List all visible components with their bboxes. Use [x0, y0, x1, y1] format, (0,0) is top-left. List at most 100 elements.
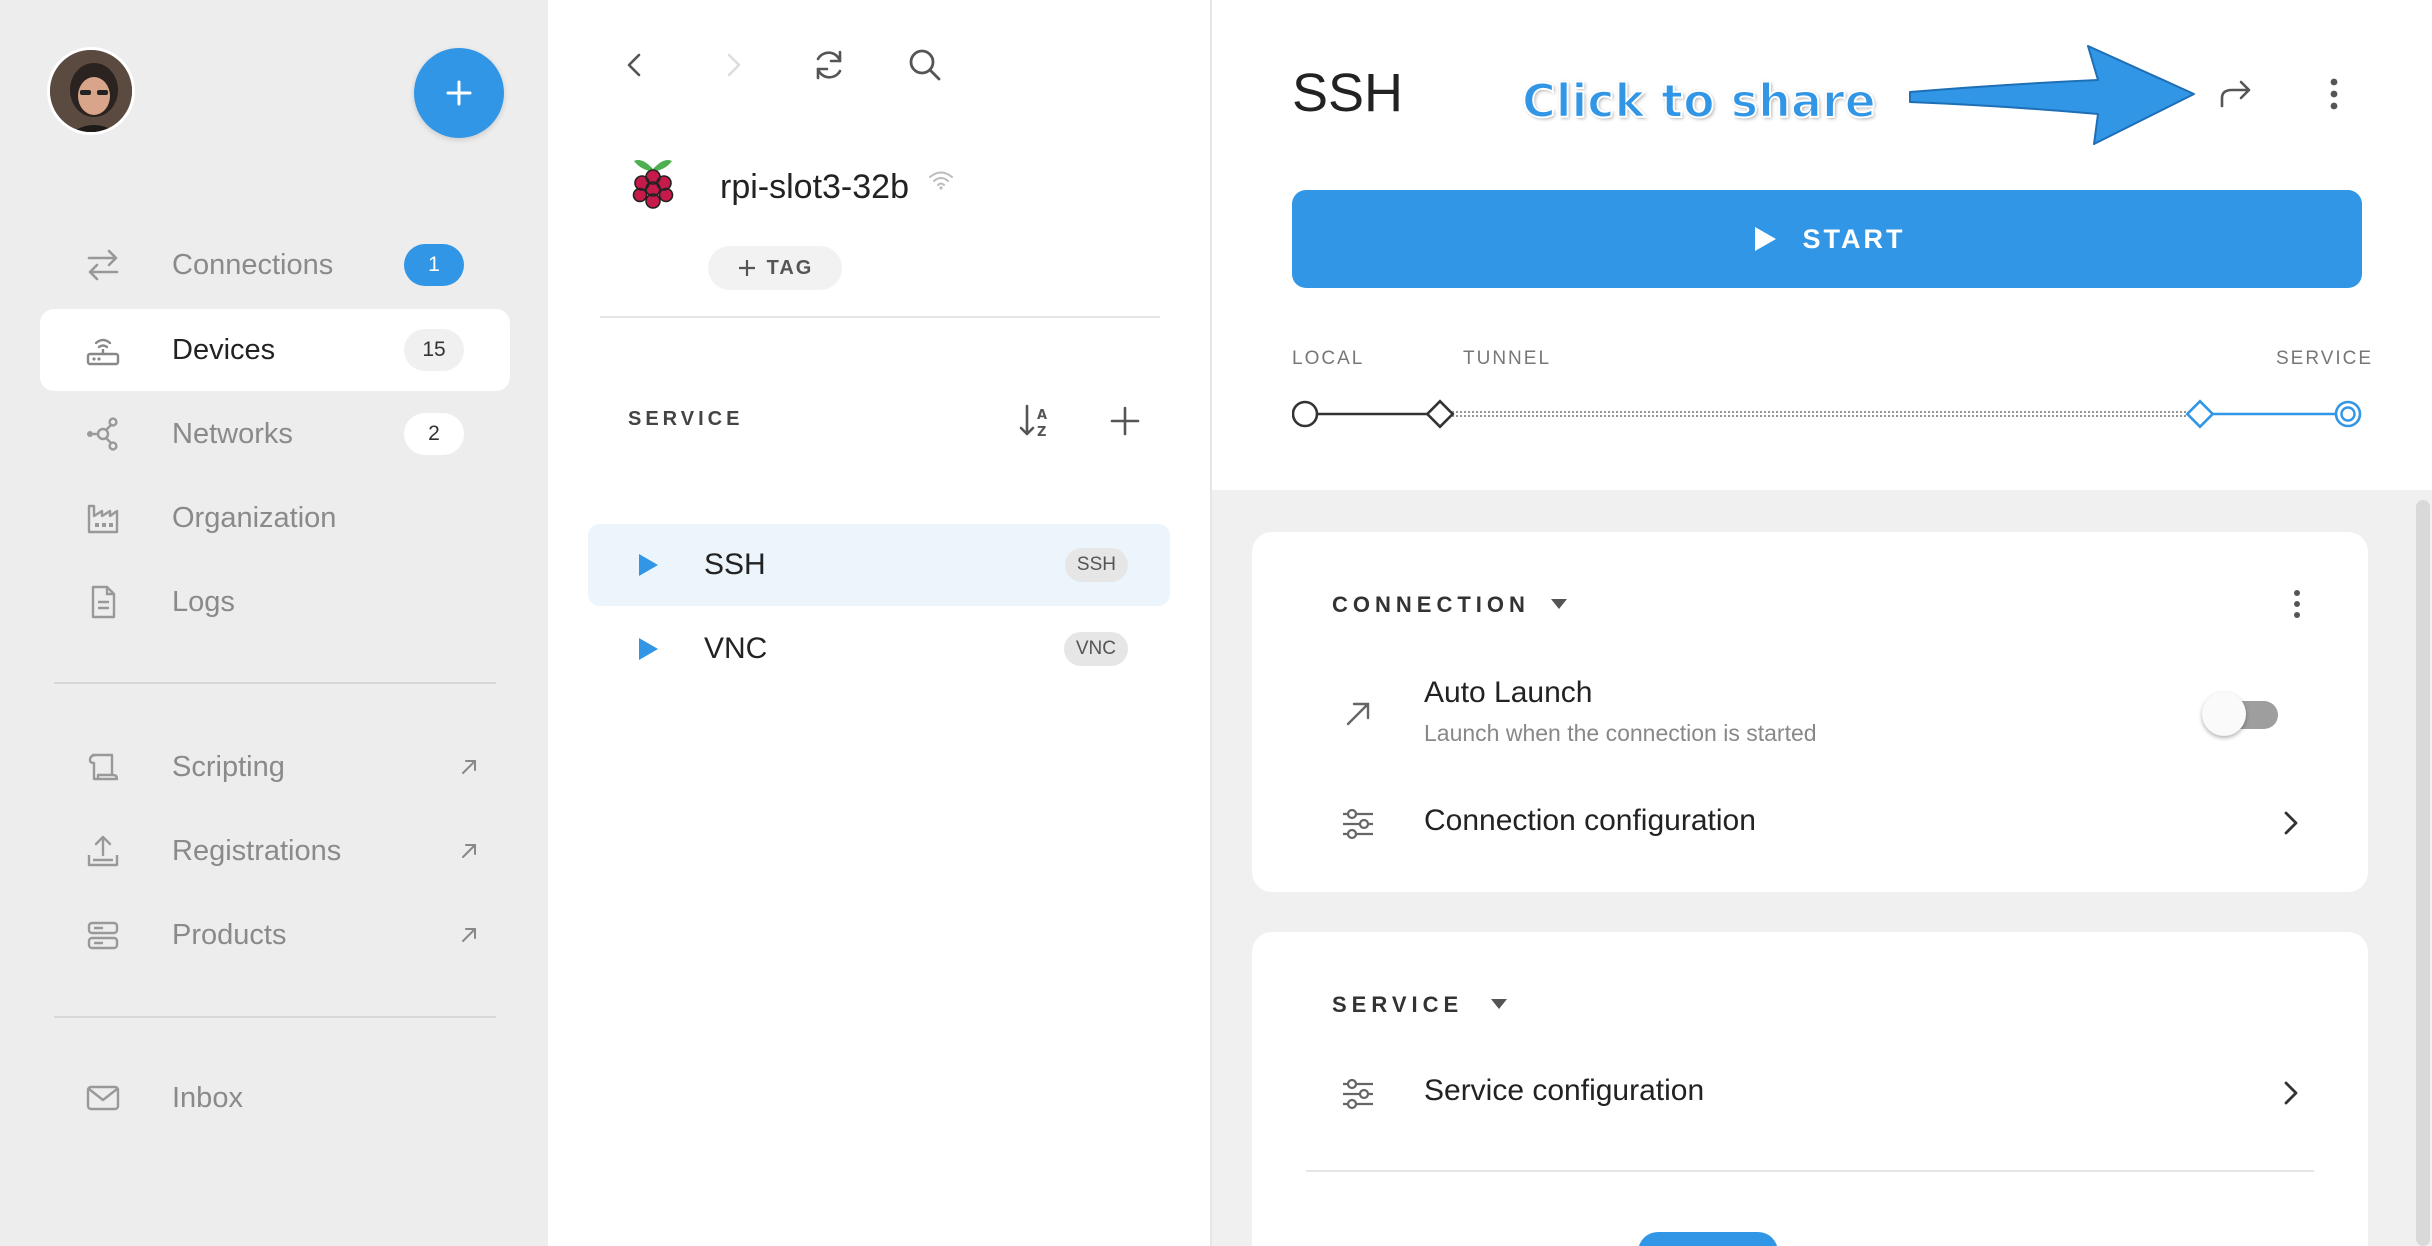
service-title: SSH: [1292, 63, 1404, 123]
more-options-button[interactable]: [2310, 70, 2358, 118]
router-icon: [82, 329, 124, 371]
caret-down-icon[interactable]: [1490, 998, 1508, 1010]
plus-icon: [1110, 406, 1140, 436]
share-button[interactable]: [2212, 70, 2260, 118]
service-label: SSH: [704, 548, 766, 581]
auto-launch-title: Auto Launch: [1424, 676, 1593, 709]
annotation-arrow-icon: [1909, 45, 2195, 145]
svg-text:Z: Z: [1037, 425, 1046, 440]
service-item-vnc[interactable]: VNC VNC: [588, 608, 1170, 690]
service-label: VNC: [704, 632, 768, 665]
divider: [1306, 1170, 2314, 1172]
device-panel: rpi-slot3-32b TAG SERVICE A Z SSH SSH VN…: [548, 0, 1212, 1246]
nav-devices[interactable]: Devices 15: [40, 309, 510, 391]
nav-label: Products: [172, 918, 287, 951]
nav-label: Connections: [172, 248, 334, 281]
service-detail-panel: SSH Click to share START LOCAL TUNNEL SE…: [1212, 0, 2432, 1246]
network-hub-icon: [82, 413, 124, 455]
divider: [600, 316, 1160, 318]
toggle-knob: [2202, 692, 2246, 736]
start-button[interactable]: START: [1292, 190, 2362, 288]
refresh-icon: [816, 50, 842, 80]
nav-label: Logs: [172, 585, 235, 618]
nav-networks[interactable]: Networks 2: [40, 393, 510, 475]
service-section-label: SERVICE: [628, 408, 744, 430]
device-platform: [628, 155, 678, 213]
auto-launch-toggle[interactable]: [2202, 690, 2282, 736]
avatar[interactable]: [47, 47, 135, 135]
count-badge: 15: [404, 329, 464, 371]
chevron-right-icon[interactable]: [2276, 1078, 2306, 1108]
server-stack-icon: [82, 914, 124, 956]
search-icon: [909, 49, 941, 81]
service-header: SSH Click to share START LOCAL TUNNEL SE…: [1212, 0, 2432, 490]
plus-icon: [738, 260, 755, 276]
chevron-right-icon: [727, 53, 741, 77]
refresh-button[interactable]: [804, 40, 854, 90]
wifi-icon: [926, 168, 956, 192]
route-label-local: LOCAL: [1292, 348, 1365, 369]
service-type-chip: VNC: [1063, 632, 1128, 666]
caret-down-icon[interactable]: [1550, 598, 1568, 610]
nav-logs[interactable]: Logs: [40, 561, 510, 643]
play-icon: [1754, 227, 1776, 251]
service-type-chip: SSH: [1064, 548, 1128, 582]
connection-configuration-link[interactable]: Connection configuration: [1424, 804, 1756, 838]
factory-icon: [82, 497, 124, 539]
sliders-icon: [1338, 1074, 1378, 1114]
add-button[interactable]: [414, 48, 504, 138]
sliders-icon: [1338, 804, 1378, 844]
play-icon: [639, 638, 658, 660]
play-icon: [639, 554, 658, 576]
mail-icon: [82, 1077, 124, 1119]
count-badge: 2: [404, 413, 464, 455]
divider: [54, 1016, 496, 1018]
add-service-button[interactable]: [1100, 396, 1150, 446]
connection-route-diagram: [1292, 399, 2362, 429]
connection-card: CONNECTION Auto Launch Launch when the c…: [1252, 532, 2368, 892]
annotation-text: Click to share: [1521, 73, 1877, 129]
chevron-left-icon: [627, 53, 641, 77]
nav-connections[interactable]: Connections 1: [40, 224, 510, 306]
service-configuration-link[interactable]: Service configuration: [1424, 1074, 1704, 1108]
nav-label: Organization: [172, 501, 337, 534]
tag-button-label: TAG: [766, 256, 814, 279]
nav-products[interactable]: Products: [40, 894, 510, 976]
script-scroll-icon: [82, 746, 124, 788]
service-item-ssh[interactable]: SSH SSH: [588, 524, 1170, 606]
more-vertical-icon: [2294, 590, 2300, 618]
nav-label: Devices: [172, 333, 276, 366]
launch-arrow-icon: [1338, 694, 1378, 734]
back-button[interactable]: [610, 40, 660, 90]
divider: [54, 682, 496, 684]
nav-label: Scripting: [172, 750, 285, 783]
add-tag-button[interactable]: TAG: [708, 246, 842, 290]
user-photo-icon: [50, 50, 132, 132]
count-badge: 1: [404, 244, 464, 286]
connection-card-heading: CONNECTION: [1332, 592, 1530, 617]
external-link-icon: [454, 752, 484, 782]
nav-label: Registrations: [172, 834, 342, 867]
nav-scripting[interactable]: Scripting: [40, 726, 510, 808]
swap-arrows-icon: [82, 244, 124, 286]
route-label-tunnel: TUNNEL: [1463, 348, 1552, 369]
search-button[interactable]: [900, 40, 950, 90]
service-card: SERVICE Service configuration: [1252, 932, 2368, 1246]
more-vertical-icon: [2330, 78, 2338, 110]
partial-button[interactable]: [1638, 1232, 1778, 1246]
start-button-label: START: [1802, 223, 1906, 254]
forward-button[interactable]: [708, 40, 758, 90]
chevron-right-icon[interactable]: [2276, 808, 2306, 838]
nav-label: Networks: [172, 417, 293, 450]
upload-tray-icon: [82, 830, 124, 872]
raspberry-pi-icon: [632, 160, 674, 209]
auto-launch-subtitle: Launch when the connection is started: [1424, 720, 1817, 746]
external-link-icon: [454, 920, 484, 950]
sort-button[interactable]: A Z: [1012, 396, 1062, 446]
scrollbar[interactable]: [2416, 500, 2430, 1246]
connection-more-button[interactable]: [2282, 584, 2312, 624]
sort-alpha-icon: A Z: [1019, 404, 1047, 440]
nav-organization[interactable]: Organization: [40, 477, 510, 559]
nav-registrations[interactable]: Registrations: [40, 810, 510, 892]
nav-inbox[interactable]: Inbox: [40, 1057, 510, 1139]
